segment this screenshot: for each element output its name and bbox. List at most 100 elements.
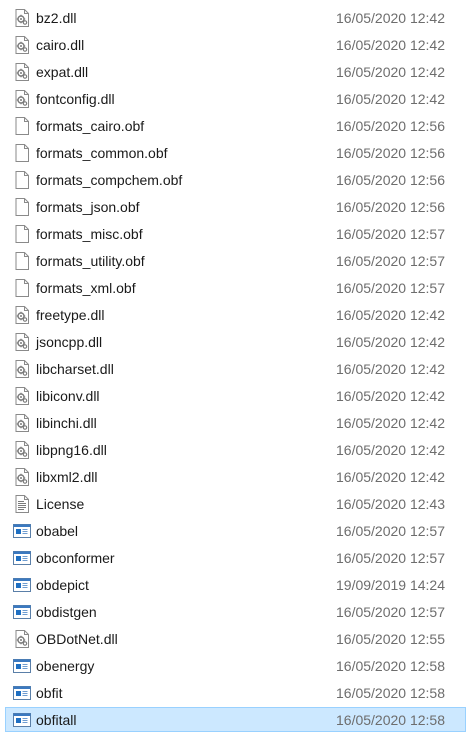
file-date-modified: 16/05/2020 12:42 <box>336 388 445 404</box>
file-row[interactable]: obfitall 16/05/2020 12:58 <box>5 707 466 732</box>
file-name: obenergy <box>36 658 95 674</box>
file-row[interactable]: freetype.dll 16/05/2020 12:42 <box>5 302 466 327</box>
file-name: fontconfig.dll <box>36 91 115 107</box>
blank-file-icon <box>12 251 32 271</box>
file-date-modified: 19/09/2019 14:24 <box>336 577 445 593</box>
file-name: obdistgen <box>36 604 97 620</box>
dll-file-icon <box>12 359 32 379</box>
file-row[interactable]: formats_cairo.obf 16/05/2020 12:56 <box>5 113 466 138</box>
file-row[interactable]: obenergy 16/05/2020 12:58 <box>5 653 466 678</box>
file-date-modified: 16/05/2020 12:42 <box>336 37 445 53</box>
file-row[interactable]: formats_misc.obf 16/05/2020 12:57 <box>5 221 466 246</box>
dll-file-icon <box>12 89 32 109</box>
file-name: formats_xml.obf <box>36 280 136 296</box>
file-date-modified: 16/05/2020 12:55 <box>336 631 445 647</box>
file-date-modified: 16/05/2020 12:42 <box>336 415 445 431</box>
file-date-modified: 16/05/2020 12:57 <box>336 280 445 296</box>
file-row[interactable]: OBDotNet.dll 16/05/2020 12:55 <box>5 626 466 651</box>
file-date-modified: 16/05/2020 12:42 <box>336 307 445 323</box>
file-row[interactable]: obabel 16/05/2020 12:57 <box>5 518 466 543</box>
file-row[interactable]: obfit 16/05/2020 12:58 <box>5 680 466 705</box>
file-date-modified: 16/05/2020 12:42 <box>336 442 445 458</box>
dll-file-icon <box>12 8 32 28</box>
file-row[interactable]: formats_json.obf 16/05/2020 12:56 <box>5 194 466 219</box>
blank-file-icon <box>12 170 32 190</box>
file-row[interactable]: obconformer 16/05/2020 12:57 <box>5 545 466 570</box>
file-name: formats_cairo.obf <box>36 118 145 134</box>
file-row[interactable]: formats_compchem.obf 16/05/2020 12:56 <box>5 167 466 192</box>
file-date-modified: 16/05/2020 12:42 <box>336 361 445 377</box>
file-row[interactable]: cairo.dll 16/05/2020 12:42 <box>5 32 466 57</box>
file-row[interactable]: obdepict 19/09/2019 14:24 <box>5 572 466 597</box>
file-name: bz2.dll <box>36 10 77 26</box>
file-date-modified: 16/05/2020 12:56 <box>336 199 445 215</box>
file-name: formats_json.obf <box>36 199 140 215</box>
file-row[interactable]: bz2.dll 16/05/2020 12:42 <box>5 5 466 30</box>
file-date-modified: 16/05/2020 12:58 <box>336 712 445 728</box>
blank-file-icon <box>12 197 32 217</box>
application-icon <box>12 683 32 703</box>
file-name: libcharset.dll <box>36 361 114 377</box>
file-date-modified: 16/05/2020 12:42 <box>336 91 445 107</box>
file-row[interactable]: formats_utility.obf 16/05/2020 12:57 <box>5 248 466 273</box>
file-name: libiconv.dll <box>36 388 100 404</box>
dll-file-icon <box>12 332 32 352</box>
file-name: obfitall <box>36 712 77 728</box>
file-date-modified: 16/05/2020 12:42 <box>336 64 445 80</box>
file-date-modified: 16/05/2020 12:56 <box>336 172 445 188</box>
file-row[interactable]: libcharset.dll 16/05/2020 12:42 <box>5 356 466 381</box>
file-name: libxml2.dll <box>36 469 98 485</box>
file-name: jsoncpp.dll <box>36 334 103 350</box>
file-row[interactable]: libxml2.dll 16/05/2020 12:42 <box>5 464 466 489</box>
application-icon <box>12 710 32 730</box>
application-icon <box>12 521 32 541</box>
file-date-modified: 16/05/2020 12:57 <box>336 550 445 566</box>
file-date-modified: 16/05/2020 12:57 <box>336 523 445 539</box>
file-row[interactable]: jsoncpp.dll 16/05/2020 12:42 <box>5 329 466 354</box>
file-name: obdepict <box>36 577 89 593</box>
file-date-modified: 16/05/2020 12:56 <box>336 145 445 161</box>
file-date-modified: 16/05/2020 12:42 <box>336 10 445 26</box>
file-name: expat.dll <box>36 64 89 80</box>
file-date-modified: 16/05/2020 12:58 <box>336 685 445 701</box>
file-row[interactable]: libpng16.dll 16/05/2020 12:42 <box>5 437 466 462</box>
file-date-modified: 16/05/2020 12:57 <box>336 226 445 242</box>
file-date-modified: 16/05/2020 12:43 <box>336 496 445 512</box>
file-name: License <box>36 496 85 512</box>
file-row[interactable]: expat.dll 16/05/2020 12:42 <box>5 59 466 84</box>
file-row[interactable]: obdistgen 16/05/2020 12:57 <box>5 599 466 624</box>
file-date-modified: 16/05/2020 12:42 <box>336 469 445 485</box>
application-icon <box>12 602 32 622</box>
dll-file-icon <box>12 62 32 82</box>
file-list: bz2.dll 16/05/2020 12:42 cairo.dll 16/05/20… <box>0 0 473 738</box>
dll-file-icon <box>12 440 32 460</box>
text-file-icon <box>12 494 32 514</box>
file-row[interactable]: formats_common.obf 16/05/2020 12:56 <box>5 140 466 165</box>
file-row[interactable]: formats_xml.obf 16/05/2020 12:57 <box>5 275 466 300</box>
file-row[interactable]: libinchi.dll 16/05/2020 12:42 <box>5 410 466 435</box>
dll-file-icon <box>12 305 32 325</box>
file-name: obfit <box>36 685 63 701</box>
file-name: libpng16.dll <box>36 442 107 458</box>
file-name: formats_utility.obf <box>36 253 145 269</box>
file-row[interactable]: License 16/05/2020 12:43 <box>5 491 466 516</box>
file-row[interactable]: libiconv.dll 16/05/2020 12:42 <box>5 383 466 408</box>
dll-file-icon <box>12 629 32 649</box>
application-icon <box>12 656 32 676</box>
application-icon <box>12 575 32 595</box>
blank-file-icon <box>12 224 32 244</box>
file-name: cairo.dll <box>36 37 85 53</box>
file-date-modified: 16/05/2020 12:58 <box>336 658 445 674</box>
dll-file-icon <box>12 386 32 406</box>
file-date-modified: 16/05/2020 12:57 <box>336 253 445 269</box>
application-icon <box>12 548 32 568</box>
file-name: OBDotNet.dll <box>36 631 118 647</box>
file-name: formats_compchem.obf <box>36 172 183 188</box>
file-name: obconformer <box>36 550 115 566</box>
file-row[interactable]: fontconfig.dll 16/05/2020 12:42 <box>5 86 466 111</box>
file-name: freetype.dll <box>36 307 105 323</box>
dll-file-icon <box>12 413 32 433</box>
file-date-modified: 16/05/2020 12:56 <box>336 118 445 134</box>
dll-file-icon <box>12 467 32 487</box>
file-date-modified: 16/05/2020 12:57 <box>336 604 445 620</box>
